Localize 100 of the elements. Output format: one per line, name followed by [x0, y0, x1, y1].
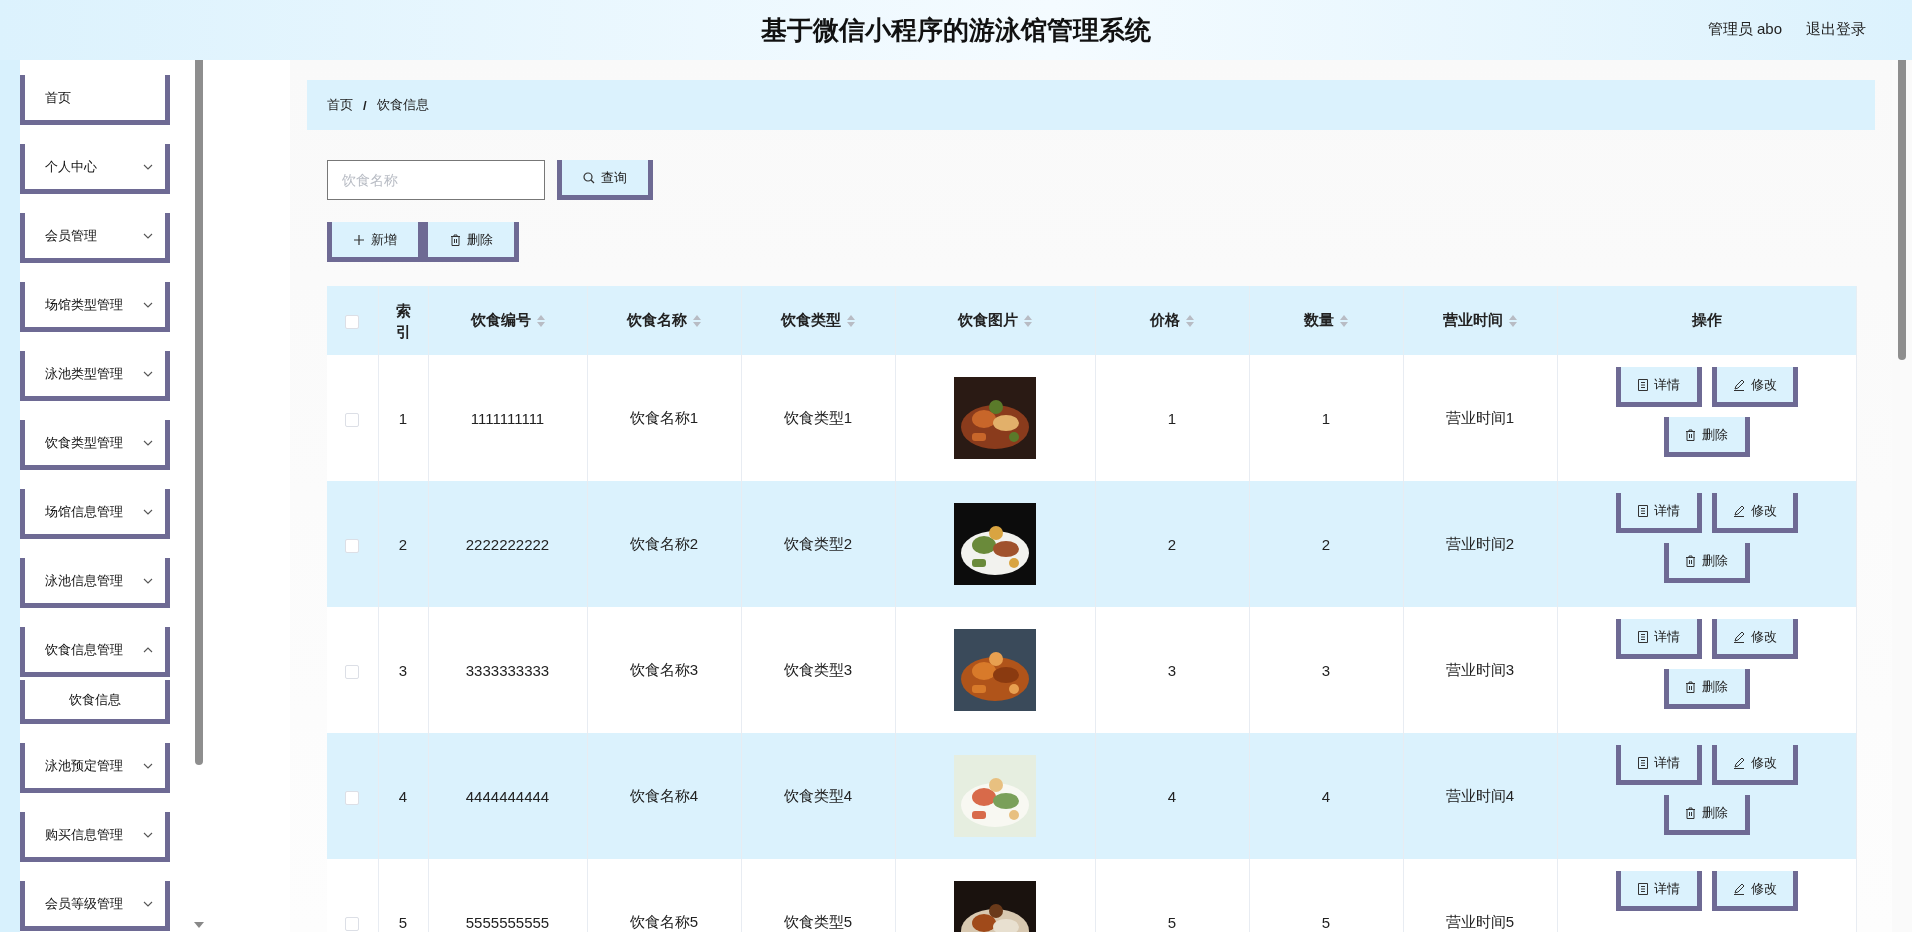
search-button[interactable]: 查询	[557, 160, 653, 200]
table-cell: 3	[1321, 661, 1331, 679]
column-header: 价格	[1150, 311, 1180, 330]
table-cell: 1	[1321, 409, 1331, 427]
trash-icon	[1685, 554, 1697, 567]
column-header: 索引	[395, 300, 411, 342]
select-all-checkbox[interactable]	[345, 315, 360, 329]
column-header: 营业时间	[1443, 311, 1503, 330]
table-cell: 饮食类型3	[783, 660, 853, 678]
table-cell: 3	[398, 661, 408, 679]
breadcrumb-link[interactable]: 饮食信息	[376, 96, 429, 114]
app-title: 基于微信小程序的游泳馆管理系统	[761, 13, 1151, 47]
sidebar-item[interactable]: 会员等级管理	[20, 881, 170, 931]
search-field[interactable]: 饮食名称	[327, 160, 545, 200]
add-button[interactable]: 新增	[327, 222, 423, 262]
sidebar-item[interactable]: 泳池类型管理	[20, 351, 170, 401]
user-name: 管理员 abo	[1707, 20, 1782, 39]
sort-icon[interactable]	[1024, 314, 1032, 327]
table-cell: 4	[1167, 787, 1177, 805]
table-cell: 饮食名称5	[629, 912, 699, 930]
document-icon	[1637, 504, 1648, 517]
table-cell: 5555555555	[465, 913, 550, 931]
sort-icon[interactable]	[536, 314, 545, 327]
table-cell: 营业时间2	[1445, 534, 1515, 552]
table-cell: 营业时间4	[1445, 786, 1515, 804]
table-cell: 1111111111	[470, 409, 545, 427]
delete-button[interactable]: 删除	[423, 222, 519, 262]
table-cell: 1	[1167, 409, 1177, 427]
detail-button[interactable]: 详情	[1615, 493, 1702, 533]
edit-button[interactable]: 修改	[1711, 493, 1798, 533]
row-checkbox[interactable]	[345, 916, 360, 931]
delete-button[interactable]: 删除	[1663, 795, 1750, 835]
delete-button[interactable]: 删除	[1663, 417, 1750, 457]
table-cell: 5	[1321, 913, 1331, 931]
table-cell: 营业时间3	[1445, 660, 1515, 678]
delete-button[interactable]: 删除	[1663, 669, 1750, 709]
sort-icon[interactable]	[693, 314, 701, 327]
sidebar-item[interactable]: 泳池信息管理	[20, 558, 170, 608]
breadcrumb-link[interactable]: 首页	[327, 96, 353, 114]
logout-link[interactable]: 退出登录	[1806, 20, 1866, 39]
table-cell: 营业时间5	[1445, 912, 1515, 930]
pencil-icon	[1732, 756, 1745, 769]
sidebar-item[interactable]: 饮食信息管理	[20, 627, 170, 677]
edit-button[interactable]: 修改	[1711, 745, 1798, 785]
sidebar-item[interactable]: 购买信息管理	[20, 812, 170, 862]
table-cell: 3333333333	[465, 661, 550, 679]
edit-button[interactable]: 修改	[1711, 619, 1798, 659]
row-checkbox[interactable]	[345, 664, 360, 679]
sidebar-item[interactable]: 首页	[20, 75, 170, 125]
table-cell: 4	[1321, 787, 1331, 805]
table-cell: 2	[1321, 535, 1331, 553]
document-icon	[1637, 378, 1648, 391]
detail-button[interactable]: 详情	[1615, 367, 1702, 407]
column-header: 饮食图片	[958, 311, 1018, 330]
trash-icon	[1685, 680, 1697, 693]
table-cell: 3	[1167, 661, 1177, 679]
sort-icon[interactable]	[1186, 314, 1194, 327]
sidebar-item[interactable]: 会员管理	[20, 213, 170, 263]
sidebar-item[interactable]: 场馆信息管理	[20, 489, 170, 539]
row-checkbox[interactable]	[345, 538, 360, 553]
sort-icon[interactable]	[1509, 314, 1517, 327]
sort-icon[interactable]	[847, 314, 855, 327]
table-cell: 饮食名称1	[629, 408, 699, 426]
table-cell: 2	[398, 535, 408, 553]
detail-button[interactable]: 详情	[1615, 619, 1702, 659]
column-header: 饮食类型	[781, 311, 841, 330]
document-icon	[1637, 756, 1648, 769]
edit-button[interactable]: 修改	[1711, 871, 1798, 911]
column-header: 饮食编号	[470, 311, 531, 330]
detail-button[interactable]: 详情	[1615, 745, 1702, 785]
column-header: 数量	[1304, 311, 1334, 330]
sidebar-item[interactable]: 饮食类型管理	[20, 420, 170, 470]
sidebar-item[interactable]: 个人中心	[20, 144, 170, 194]
table-cell: 4444444444	[465, 787, 550, 805]
row-checkbox[interactable]	[345, 412, 360, 427]
table-cell: 2222222222	[465, 535, 550, 553]
table-cell: 饮食名称4	[629, 786, 699, 804]
plus-icon	[353, 233, 365, 246]
scroll-down-icon[interactable]	[194, 922, 204, 928]
edit-button[interactable]: 修改	[1711, 367, 1798, 407]
detail-button[interactable]: 详情	[1615, 871, 1702, 911]
sidebar-item[interactable]: 场馆类型管理	[20, 282, 170, 332]
delete-button[interactable]: 删除	[1663, 543, 1750, 583]
row-checkbox[interactable]	[345, 790, 360, 805]
document-icon	[1637, 630, 1648, 643]
scrollbar-thumb[interactable]	[195, 60, 203, 765]
breadcrumb-separator: /	[363, 97, 367, 113]
scrollbar-thumb[interactable]	[1898, 60, 1906, 360]
table-cell: 饮食名称3	[629, 660, 699, 678]
table-cell: 饮食类型1	[783, 408, 853, 426]
trash-icon	[1685, 806, 1697, 819]
sort-icon[interactable]	[1340, 314, 1348, 327]
table-cell: 5	[1167, 913, 1177, 931]
sidebar-item[interactable]: 泳池预定管理	[20, 743, 170, 793]
sidebar-subitem[interactable]: 饮食信息	[20, 680, 170, 724]
pencil-icon	[1732, 882, 1745, 895]
table-cell: 饮食类型4	[783, 786, 853, 804]
table-cell: 4	[398, 787, 408, 805]
table-cell: 饮食名称2	[629, 534, 699, 552]
pencil-icon	[1732, 630, 1745, 643]
